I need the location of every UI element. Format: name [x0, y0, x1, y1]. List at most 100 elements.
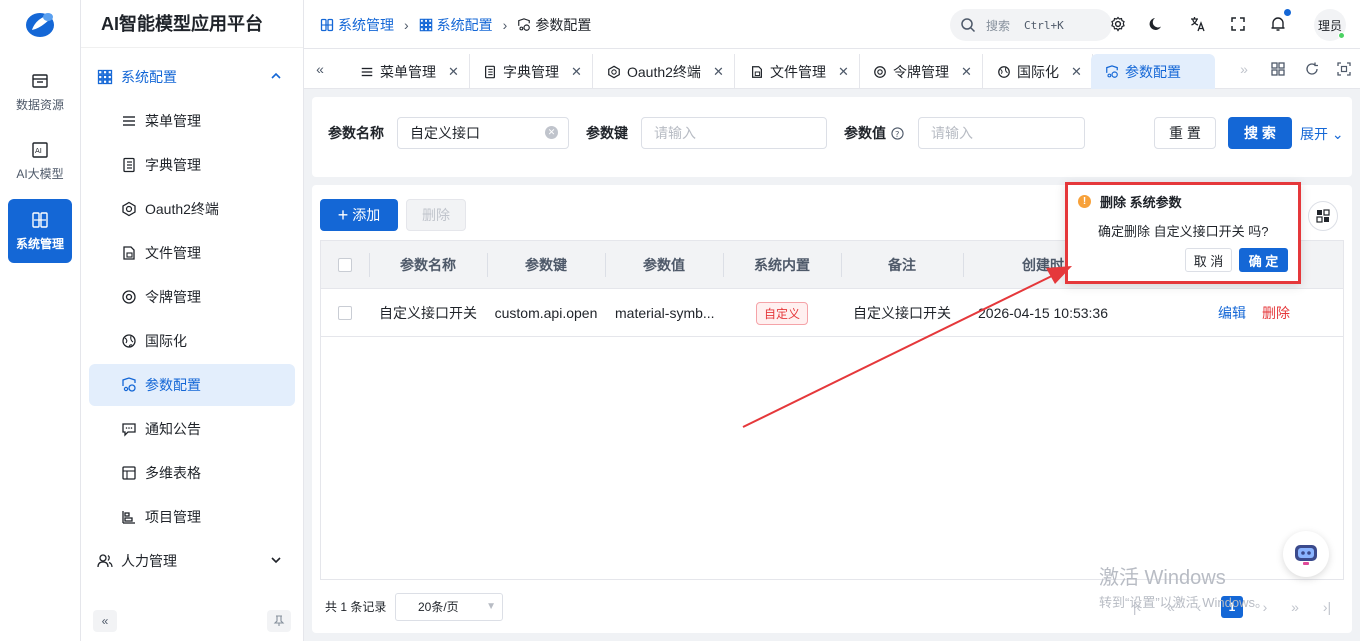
confirm-button[interactable]: 确 定 — [1239, 248, 1288, 272]
breadcrumb: 系统管理 › 系统配置 › 参数配置 — [320, 0, 591, 49]
rail-item-system[interactable]: 系统管理 — [8, 199, 72, 263]
table-row[interactable]: 自定义接口开关 custom.api.open material-symb...… — [321, 289, 1343, 337]
menu-group-system-config[interactable]: 系统配置 — [89, 57, 295, 97]
close-icon[interactable]: ✕ — [1071, 64, 1082, 80]
close-icon[interactable]: ✕ — [838, 64, 849, 80]
fullscreen-button[interactable] — [1228, 14, 1248, 34]
menu-item-file[interactable]: 文件管理 — [89, 232, 295, 274]
system-icon — [32, 211, 48, 228]
menu-group-hr[interactable]: 人力管理 — [89, 541, 295, 581]
tab-menu[interactable]: 菜单管理 ✕ — [346, 54, 470, 89]
tab-bar: « 菜单管理 ✕ 字典管理 ✕ Oauth2终端 ✕ 文件管理 ✕ 令牌管理 ✕… — [304, 49, 1360, 89]
avatar[interactable]: 理员 — [1314, 9, 1346, 41]
menu-item-multitable[interactable]: 多维表格 — [89, 452, 295, 494]
param-name-input[interactable]: 自定义接口 ✕ — [397, 117, 569, 149]
param-value-placeholder: 请输入 — [931, 125, 973, 141]
status-badge: 自定义 — [755, 301, 808, 325]
collapse-sidebar-button[interactable]: « — [93, 610, 117, 632]
tabs-grid-button[interactable] — [1268, 59, 1288, 79]
language-button[interactable] — [1188, 14, 1208, 34]
menu-item-label: 文件管理 — [145, 245, 201, 261]
last-page-button[interactable]: ›| — [1316, 596, 1338, 618]
table-icon — [121, 465, 137, 481]
menu-item-label: 参数配置 — [145, 377, 201, 393]
cancel-button[interactable]: 取 消 — [1185, 248, 1232, 272]
next-group-button[interactable]: » — [1284, 596, 1306, 618]
plus-icon: + — [337, 205, 349, 225]
help-circle-icon[interactable]: ? — [891, 127, 904, 140]
close-icon[interactable]: ✕ — [448, 64, 459, 80]
project-icon — [121, 509, 137, 525]
pin-sidebar-button[interactable] — [267, 610, 291, 632]
rail-item-data[interactable]: 数据资源 — [8, 60, 72, 124]
tab-i18n[interactable]: 国际化 ✕ — [983, 54, 1093, 89]
column-header[interactable]: 参数名称 — [369, 241, 487, 289]
menu-item-label: 项目管理 — [145, 509, 201, 525]
clear-icon[interactable]: ✕ — [545, 126, 558, 139]
breadcrumb-item[interactable]: 系统配置 — [419, 15, 493, 35]
close-icon[interactable]: ✕ — [571, 64, 582, 80]
page-size-select[interactable]: 20条/页 ▼ — [395, 593, 503, 621]
tabs-scroll-right-button[interactable]: » — [1234, 59, 1254, 79]
expand-filters-button[interactable]: 展开 ⌄ — [1300, 124, 1344, 144]
menu-item-i18n[interactable]: 国际化 — [89, 320, 295, 362]
tab-token[interactable]: 令牌管理 ✕ — [859, 54, 983, 89]
menu-item-project[interactable]: 项目管理 — [89, 496, 295, 538]
translate-icon — [1191, 17, 1205, 32]
add-label: 添加 — [352, 207, 381, 223]
tab-oauth[interactable]: Oauth2终端 ✕ — [593, 54, 735, 89]
column-header[interactable]: 备注 — [841, 241, 963, 289]
batch-delete-button[interactable]: 删除 — [406, 199, 466, 231]
dictionary-icon — [483, 65, 497, 79]
delete-button[interactable]: 删除 — [1251, 289, 1301, 337]
global-search[interactable]: 搜索 Ctrl+K — [950, 9, 1112, 41]
column-header[interactable]: 参数值 — [605, 241, 723, 289]
rail-item-label: 系统管理 — [15, 236, 64, 251]
oauth-icon — [121, 201, 137, 217]
menu-item-notice[interactable]: 通知公告 — [89, 408, 295, 450]
close-icon[interactable]: ✕ — [713, 64, 724, 80]
row-select-cell — [321, 289, 369, 337]
edit-button[interactable]: 编辑 — [1207, 289, 1257, 337]
refresh-button[interactable] — [1302, 59, 1322, 79]
page-size-value: 20条/页 — [418, 600, 459, 614]
cell-param-name: 自定义接口开关 — [379, 305, 477, 321]
param-value-label: 参数值 — [844, 125, 886, 141]
menu-item-menu[interactable]: 菜单管理 — [89, 100, 295, 142]
menu-item-token[interactable]: 令牌管理 — [89, 276, 295, 318]
chevron-down-icon: ⌄ — [1331, 126, 1344, 142]
column-settings-button[interactable] — [1308, 201, 1338, 231]
settings-button[interactable] — [1108, 14, 1128, 34]
breadcrumb-item[interactable]: 系统管理 — [320, 15, 394, 35]
column-header[interactable]: 系统内置 — [723, 241, 841, 289]
add-button[interactable]: + 添加 — [320, 199, 398, 231]
menu-item-label: 菜单管理 — [145, 113, 201, 129]
search-button[interactable]: 搜 索 — [1228, 117, 1292, 149]
assistant-button[interactable] — [1283, 531, 1329, 577]
tab-params[interactable]: 参数配置 — [1091, 54, 1215, 89]
reset-button[interactable]: 重 置 — [1154, 117, 1216, 149]
online-status-dot — [1338, 32, 1345, 39]
notifications-button[interactable] — [1268, 9, 1291, 34]
menu-item-label: 国际化 — [145, 333, 187, 349]
grid-icon — [97, 69, 113, 85]
tab-label: 国际化 — [1017, 63, 1059, 80]
tab-dictionary[interactable]: 字典管理 ✕ — [469, 54, 593, 89]
close-icon[interactable]: ✕ — [961, 64, 972, 80]
tabs-scroll-left-button[interactable]: « — [310, 59, 330, 79]
param-value-input[interactable]: 请输入 — [918, 117, 1085, 149]
row-checkbox[interactable] — [338, 306, 352, 320]
chevron-up-icon — [271, 72, 281, 79]
rail-item-ai[interactable]: AI AI大模型 — [8, 129, 72, 193]
search-shortcut: Ctrl+K — [1024, 18, 1064, 32]
select-all-checkbox[interactable] — [338, 258, 352, 272]
svg-text:?: ? — [895, 129, 899, 139]
maximize-content-button[interactable] — [1334, 59, 1354, 79]
column-header[interactable]: 参数键 — [487, 241, 605, 289]
theme-toggle-button[interactable] — [1147, 14, 1167, 34]
menu-item-params[interactable]: 参数配置 — [89, 364, 295, 406]
menu-item-dictionary[interactable]: 字典管理 — [89, 144, 295, 186]
tab-file[interactable]: 文件管理 ✕ — [736, 54, 860, 89]
menu-item-oauth[interactable]: Oauth2终端 — [89, 188, 295, 230]
param-key-input[interactable]: 请输入 — [641, 117, 827, 149]
